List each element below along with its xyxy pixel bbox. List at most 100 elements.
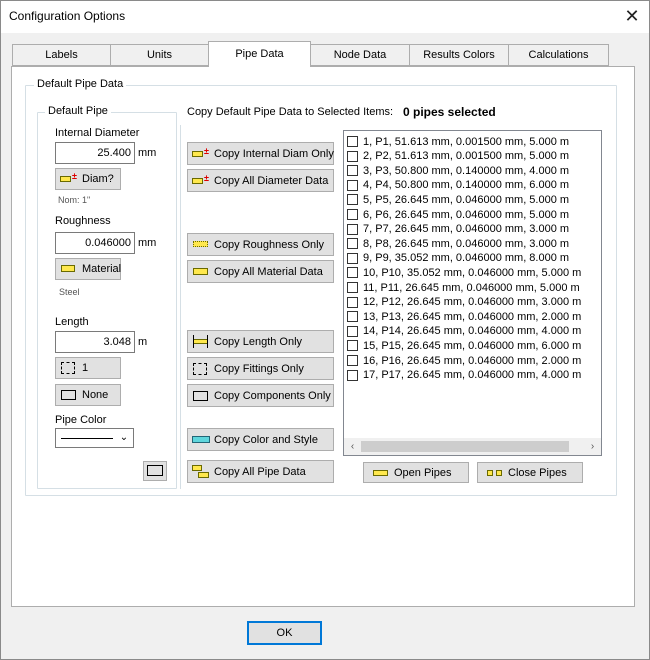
tab-results-colors[interactable]: Results Colors [409,44,509,66]
material-icon [60,262,78,276]
pipe-checkbox[interactable] [347,325,358,337]
pipe-checkbox[interactable] [347,209,358,220]
material-button-label: Material [82,263,122,275]
pipe-checkbox[interactable] [347,340,358,352]
tab-pipe-data[interactable]: Pipe Data [208,41,311,67]
pipe-checkbox[interactable] [347,194,358,206]
copy-length-button[interactable]: Copy Length Only [187,330,334,353]
pipe-checkbox[interactable] [347,252,358,264]
pipe-list-item[interactable]: 2, P2, 51.613 mm, 0.001500 mm, 5.000 m [347,149,569,164]
pipe-checkbox[interactable] [347,179,358,191]
copy-color-style-label: Copy Color and Style [214,433,318,446]
copy-all-pipe-label: Copy All Pipe Data [214,465,306,478]
diam-button-label: Diam? [82,173,114,185]
copy-length-label: Copy Length Only [214,335,303,348]
chevron-down-icon: ⌄ [119,432,129,443]
diameter-icon: ± [192,146,210,161]
pipe-list-item[interactable]: 15, P15, 26.645 mm, 0.046000 mm, 6.000 m [347,338,581,353]
pipe-list-item[interactable]: 7, P7, 26.645 mm, 0.046000 mm, 3.000 m [347,222,569,237]
pipe-item-label: 11, P11, 26.645 mm, 0.046000 mm, 5.000 m [363,281,580,294]
roughness-input[interactable]: 0.046000 [55,232,135,254]
pipe-list-item[interactable]: 16, P16, 26.645 mm, 0.046000 mm, 2.000 m [347,353,581,368]
close-pipes-icon [486,466,504,480]
pipe-list-item[interactable]: 11, P11, 26.645 mm, 0.046000 mm, 5.000 m [347,280,580,295]
material-value-text: Steel [59,287,80,297]
pipe-checkbox[interactable] [347,136,358,147]
pipe-item-label: 9, P9, 35.052 mm, 0.046000 mm, 8.000 m [363,252,570,265]
copy-all-diameter-button[interactable]: ± Copy All Diameter Data [187,169,334,192]
components-icon [60,388,78,402]
components-button[interactable]: None [55,384,121,406]
configuration-options-dialog: Configuration Options ✕ Labels Units Pip… [0,0,650,660]
tab-node-data[interactable]: Node Data [310,44,410,66]
pipe-list-item[interactable]: 12, P12, 26.645 mm, 0.046000 mm, 3.000 m [347,295,581,310]
material-button[interactable]: Material [55,258,121,280]
scroll-right-icon[interactable]: › [584,438,601,455]
open-pipes-button[interactable]: Open Pipes [363,462,469,483]
pipe-checkbox[interactable] [347,238,358,250]
pipe-item-label: 3, P3, 50.800 mm, 0.140000 mm, 4.000 m [363,164,570,177]
pipe-checkbox[interactable] [347,355,358,366]
numbering-button[interactable] [143,461,167,481]
pipe-list-item[interactable]: 4, P4, 50.800 mm, 0.140000 mm, 6.000 m [347,178,569,193]
pipe-checkbox[interactable] [347,296,358,308]
pipe-checkbox[interactable] [347,311,358,323]
pipe-list-item[interactable]: 10, P10, 35.052 mm, 0.046000 mm, 5.000 m [347,265,581,280]
diameter-icon: ± [60,172,78,186]
material-icon [192,265,210,279]
pipe-list-item[interactable]: 9, P9, 35.052 mm, 0.046000 mm, 8.000 m [347,251,569,266]
pipe-item-label: 5, P5, 26.645 mm, 0.046000 mm, 5.000 m [363,193,570,206]
pipe-list-item[interactable]: 5, P5, 26.645 mm, 0.046000 mm, 5.000 m [347,192,569,207]
copy-all-material-button[interactable]: Copy All Material Data [187,260,334,283]
pipe-list-item[interactable]: 14, P14, 26.645 mm, 0.046000 mm, 4.000 m [347,324,581,339]
pipe-checkbox[interactable] [347,282,358,293]
pipe-checkbox[interactable] [347,369,358,381]
pipe-list-item[interactable]: 8, P8, 26.645 mm, 0.046000 mm, 3.000 m [347,236,569,251]
default-pipe-data-legend: Default Pipe Data [34,78,127,90]
pipe-checkbox[interactable] [347,267,358,279]
tab-units[interactable]: Units [110,44,209,66]
copy-components-button[interactable]: Copy Components Only [187,384,334,407]
tab-calculations[interactable]: Calculations [508,44,609,66]
pipes-selected-count: 0 pipes selected [403,105,496,119]
default-pipe-legend: Default Pipe [45,105,111,117]
pipe-item-label: 17, P17, 26.645 mm, 0.046000 mm, 4.000 m [363,369,582,382]
copy-fittings-label: Copy Fittings Only [214,362,304,375]
copy-roughness-button[interactable]: Copy Roughness Only [187,233,334,256]
pipe-list-item[interactable]: 1, P1, 51.613 mm, 0.001500 mm, 5.000 m [347,134,569,149]
pipe-color-select[interactable]: ⌄ [55,428,134,448]
pipe-list-item[interactable]: 17, P17, 26.645 mm, 0.046000 mm, 4.000 m [347,368,581,383]
open-pipes-icon [372,466,390,480]
copy-fittings-button[interactable]: Copy Fittings Only [187,357,334,380]
diameter-icon: ± [192,173,210,188]
scroll-thumb[interactable] [361,441,569,452]
copy-color-style-button[interactable]: Copy Color and Style [187,428,334,451]
pipe-item-label: 16, P16, 26.645 mm, 0.046000 mm, 2.000 m [363,354,582,367]
close-pipes-button[interactable]: Close Pipes [477,462,583,483]
pipe-checkbox[interactable] [347,165,358,177]
length-label: Length [55,316,89,328]
internal-diameter-label: Internal Diameter [55,127,140,139]
pipe-checkbox[interactable] [347,223,358,235]
tab-labels[interactable]: Labels [12,44,111,66]
pipe-list-item[interactable]: 13, P13, 26.645 mm, 0.046000 mm, 2.000 m [347,309,581,324]
horizontal-scrollbar[interactable]: ‹ › [344,438,601,455]
scroll-left-icon[interactable]: ‹ [344,438,361,455]
nominal-size-text: Nom: 1" [58,195,91,205]
diam-button[interactable]: ± Diam? [55,168,121,190]
numbering-icon [146,464,164,478]
close-icon[interactable]: ✕ [618,3,646,29]
ok-button[interactable]: OK [247,621,322,645]
pipe-list[interactable]: 1, P1, 51.613 mm, 0.001500 mm, 5.000 m 2,… [343,130,602,456]
pipe-checkbox[interactable] [347,150,358,162]
copy-all-pipe-button[interactable]: Copy All Pipe Data [187,460,334,483]
copy-internal-diam-button[interactable]: ± Copy Internal Diam Only [187,142,334,165]
pipe-list-item[interactable]: 6, P6, 26.645 mm, 0.046000 mm, 5.000 m [347,207,569,222]
internal-diameter-input[interactable]: 25.400 [55,142,135,164]
roughness-label: Roughness [55,215,111,227]
pipe-item-label: 6, P6, 26.645 mm, 0.046000 mm, 5.000 m [363,208,570,221]
pipe-list-item[interactable]: 3, P3, 50.800 mm, 0.140000 mm, 4.000 m [347,163,569,178]
fittings-button[interactable]: 1 [55,357,121,379]
pipe-color-swatch [61,438,113,439]
length-input[interactable]: 3.048 [55,331,135,353]
